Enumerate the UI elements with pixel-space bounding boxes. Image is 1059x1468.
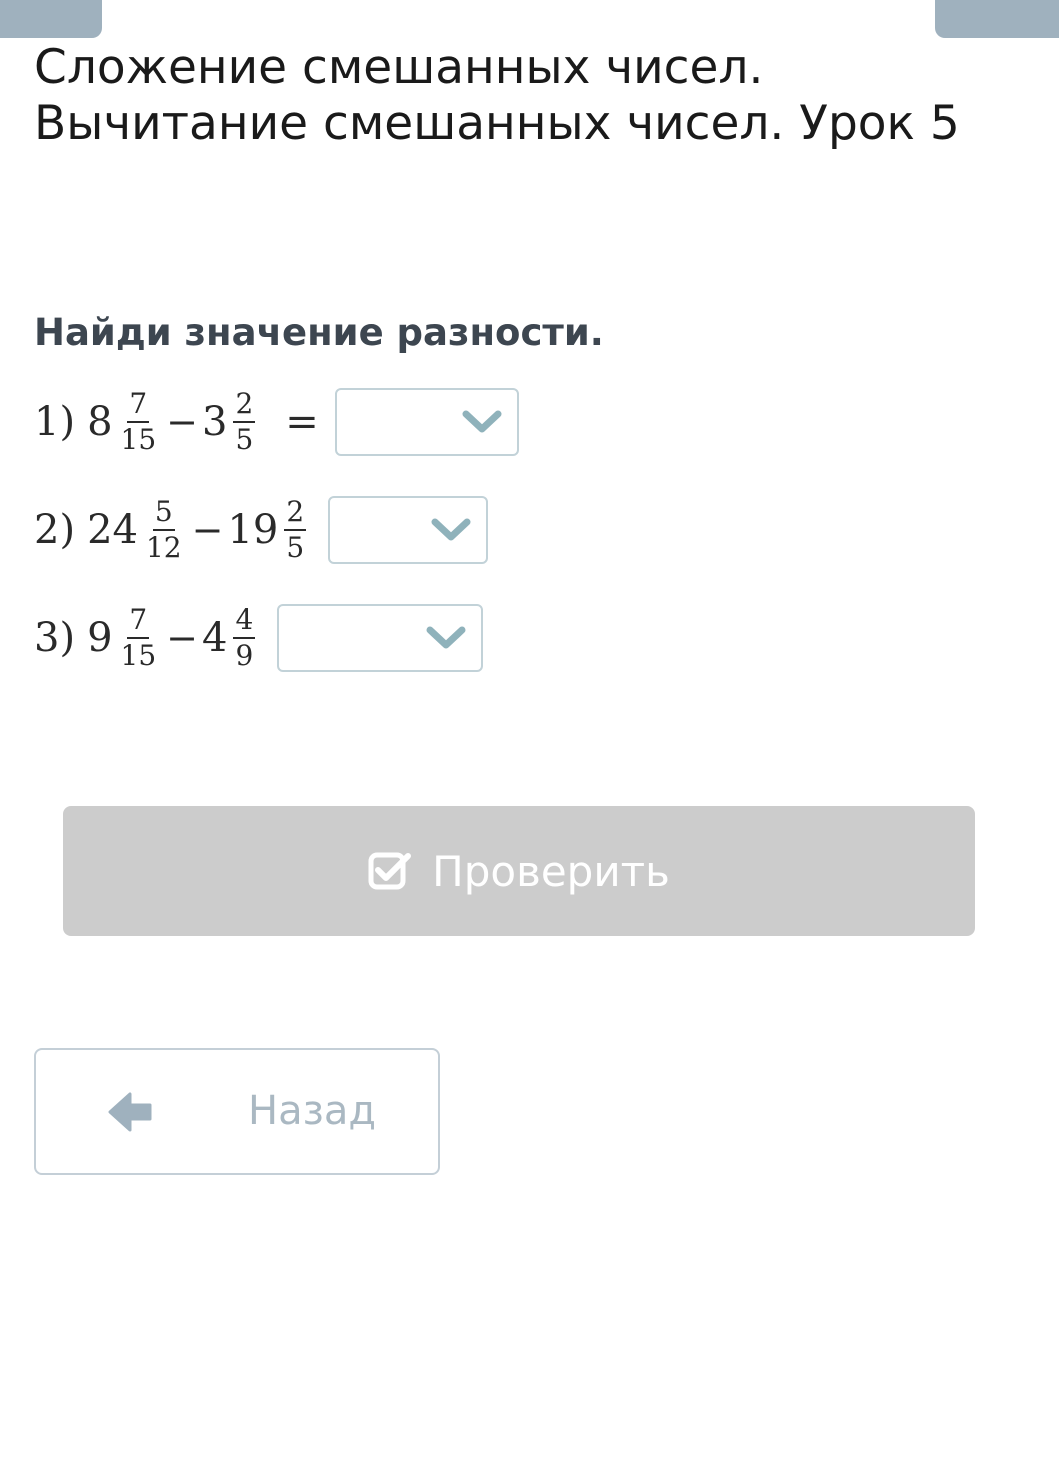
subtrahend-denominator: 5 [286, 531, 305, 564]
answer-dropdown-2[interactable] [328, 496, 489, 564]
minuend-denominator: 15 [120, 639, 157, 672]
chevron-down-icon [431, 518, 471, 541]
top-tab-left[interactable] [0, 0, 102, 38]
task-row-2: 2) 24 5 12 − 19 2 5 [34, 496, 489, 564]
subtrahend-fraction: 2 5 [284, 497, 307, 564]
minus-sign: − [191, 508, 224, 552]
minuend-denominator: 12 [145, 531, 182, 564]
minuend-denominator: 15 [120, 423, 157, 456]
minuend-numerator: 7 [127, 605, 150, 639]
expression-3: 3) 9 7 15 − 4 4 9 [34, 605, 259, 671]
checkbox-checked-icon [368, 852, 412, 890]
subtrahend-numerator: 2 [233, 389, 256, 423]
minuend-numerator: 5 [152, 497, 175, 531]
arrow-left-icon [108, 1092, 152, 1132]
page-title: Сложение смешанных чисел. Вычитание смеш… [34, 40, 960, 151]
chevron-down-icon [462, 410, 502, 433]
top-tab-right[interactable] [935, 0, 1059, 38]
subtrahend-fraction: 4 9 [233, 605, 256, 672]
subtrahend-numerator: 2 [284, 497, 307, 531]
minuend-fraction: 7 15 [119, 389, 159, 455]
minuend-numerator: 7 [127, 389, 150, 423]
minuend-fraction: 7 15 [119, 605, 159, 671]
back-button[interactable]: Назад [34, 1048, 440, 1175]
minuend-whole: 9 [87, 615, 113, 661]
check-button[interactable]: Проверить [63, 806, 975, 936]
minuend-whole: 8 [87, 399, 113, 445]
task-index: 1) [34, 399, 76, 445]
subtrahend-whole: 4 [202, 615, 228, 661]
subtrahend-whole: 3 [202, 399, 228, 445]
task-index: 3) [34, 615, 76, 661]
subtrahend-numerator: 4 [233, 605, 256, 639]
back-button-label: Назад [248, 1088, 377, 1134]
subtrahend-denominator: 9 [235, 639, 254, 672]
equals-sign: = [285, 399, 319, 445]
expression-2: 2) 24 5 12 − 19 2 5 [34, 497, 310, 563]
minuend-whole: 24 [87, 507, 138, 553]
task-row-1: 1) 8 7 15 − 3 2 5 = [34, 388, 519, 456]
task-row-3: 3) 9 7 15 − 4 4 9 [34, 604, 484, 672]
subtrahend-fraction: 2 5 [233, 389, 256, 456]
task-instruction: Найди значение разности. [34, 311, 604, 354]
answer-dropdown-1[interactable] [334, 388, 519, 456]
task-index: 2) [34, 507, 76, 553]
chevron-down-icon [426, 626, 466, 649]
minuend-fraction: 5 12 [144, 497, 184, 563]
check-button-label: Проверить [432, 846, 670, 896]
subtrahend-whole: 19 [227, 507, 279, 553]
answer-dropdown-3[interactable] [277, 604, 484, 672]
expression-1: 1) 8 7 15 − 3 2 5 = [34, 389, 335, 455]
minus-sign: − [166, 616, 198, 660]
minus-sign: − [166, 400, 198, 444]
subtrahend-denominator: 5 [235, 423, 254, 456]
